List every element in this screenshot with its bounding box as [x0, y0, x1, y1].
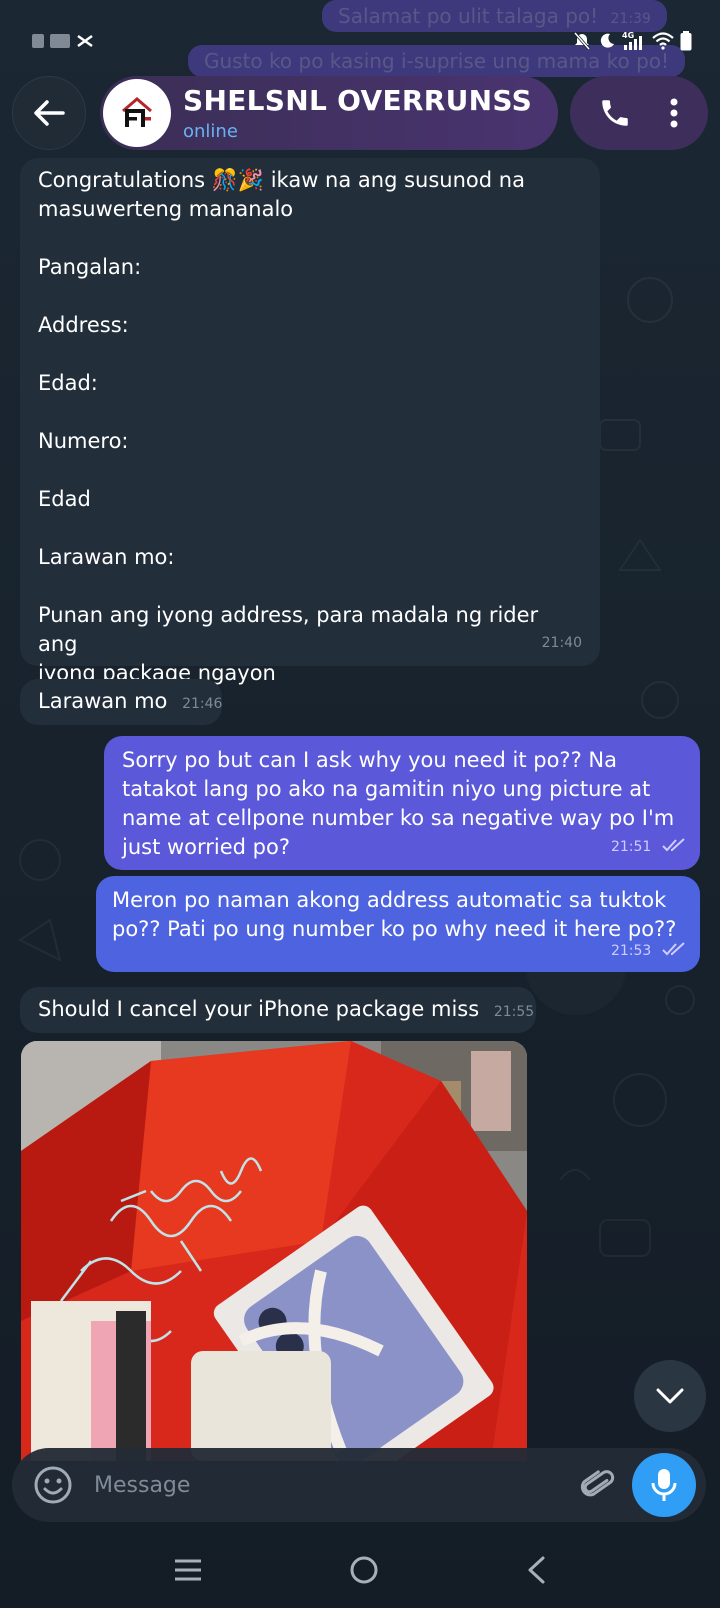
status-bar: 4G [0, 26, 720, 56]
status-right-icons: 4G [572, 31, 692, 51]
battery-icon [680, 31, 692, 51]
message-line: just worried po? [122, 835, 290, 859]
message-text: Should I cancel your iPhone package miss [38, 997, 480, 1021]
message-time: 21:40 [541, 635, 582, 651]
incoming-message[interactable]: Larawan mo 21:46 [20, 679, 222, 725]
message-line: masuwerteng mananalo [38, 197, 294, 221]
message-input[interactable] [94, 1472, 578, 1498]
faded-message-text: Salamat po ulit talaga po! [338, 4, 599, 28]
message-line [38, 224, 582, 253]
svg-text:4G: 4G [622, 31, 634, 40]
recent-apps-icon[interactable] [173, 1557, 203, 1583]
message-line: Sorry po but can I ask why you need it p… [122, 748, 617, 772]
message-meta: 21:53 [611, 934, 686, 966]
notification-icon [32, 34, 44, 48]
message-line: Edad [38, 487, 91, 511]
message-line [38, 398, 582, 427]
outgoing-message[interactable]: Meron po naman akong address automatic s… [96, 876, 700, 972]
incoming-message[interactable]: Congratulations 🎊🎉 ikaw na ang susunod n… [20, 158, 600, 685]
message-line: tatakot lang po ako na gamitin niyo ung … [122, 777, 651, 801]
store-logo-icon [122, 97, 152, 127]
incoming-message[interactable]: Should I cancel your iPhone package miss… [20, 987, 536, 1033]
arrow-left-icon [34, 100, 65, 126]
system-nav-bar [0, 1532, 720, 1608]
chat-title: SHELSNL OVERRUNSS [183, 84, 533, 117]
message-text: Larawan mo [38, 689, 168, 713]
message-line: Pangalan: [38, 255, 142, 279]
notification-icon [50, 34, 70, 48]
message-line: po?? Pati po ung number ko po why need i… [112, 917, 677, 941]
chat-actions [570, 76, 708, 150]
message-line: Address: [38, 313, 129, 337]
message-line [38, 340, 582, 369]
message-line: Numero: [38, 429, 129, 453]
message-line: Larawan mo: [38, 545, 175, 569]
back-nav-icon[interactable] [525, 1555, 547, 1585]
message-line [38, 282, 582, 311]
emoji-icon[interactable] [32, 1464, 74, 1506]
message-line: Congratulations 🎊🎉 ikaw na ang susunod n… [38, 168, 525, 192]
message-line [38, 514, 582, 543]
message-time: 21:51 [610, 839, 652, 855]
chat-status: online [183, 121, 238, 142]
microphone-icon [651, 1469, 677, 1501]
message-meta: 21:51 [611, 830, 686, 862]
double-check-icon [662, 942, 685, 956]
avatar[interactable] [103, 79, 171, 147]
message-line [38, 572, 582, 601]
chat-header[interactable]: SHELSNL OVERRUNSS online [100, 76, 558, 150]
capcut-icon [77, 34, 93, 48]
message-time: 21:55 [493, 1004, 535, 1020]
more-vertical-icon[interactable] [668, 96, 680, 130]
mute-icon [573, 32, 591, 50]
chat-header-text: SHELSNL OVERRUNSS online [183, 84, 532, 142]
home-icon[interactable] [349, 1555, 379, 1585]
message-time: 21:46 [182, 696, 223, 712]
chevron-down-icon [656, 1388, 684, 1404]
status-left-icons [32, 34, 94, 48]
double-check-icon [662, 838, 685, 852]
gift-box-photo [21, 1041, 527, 1461]
moon-icon [600, 33, 614, 48]
message-line: Edad: [38, 371, 98, 395]
message-line: Punan ang iyong address, para madala ng … [38, 603, 539, 656]
outgoing-message[interactable]: Sorry po but can I ask why you need it p… [104, 736, 700, 870]
signal-4g-icon: 4G [622, 31, 642, 50]
message-line: name at cellpone number ko sa negative w… [122, 806, 675, 830]
voice-record-button[interactable] [632, 1453, 696, 1517]
message-line [38, 456, 582, 485]
message-time: 21:53 [610, 943, 652, 959]
paperclip-icon[interactable] [578, 1465, 618, 1505]
scroll-down-button[interactable] [634, 1360, 706, 1432]
phone-icon[interactable] [598, 96, 632, 130]
message-line: Meron po naman akong address automatic s… [112, 888, 667, 912]
message-composer [12, 1448, 706, 1522]
wifi-icon [652, 32, 674, 50]
faded-message-time: 21:39 [610, 11, 651, 27]
back-button[interactable] [12, 76, 86, 150]
photo-message[interactable] [21, 1041, 527, 1461]
